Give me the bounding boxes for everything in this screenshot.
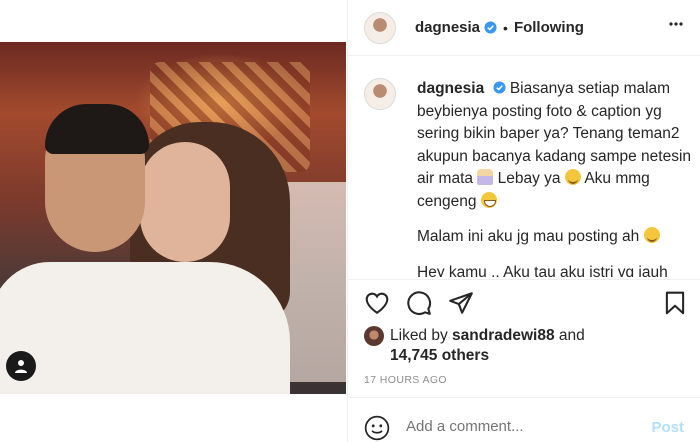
verified-badge-icon [492,81,506,94]
caption-divider [348,279,700,280]
user-tag-button[interactable] [6,351,36,381]
liker-avatar[interactable] [364,326,384,346]
following-button[interactable]: Following [514,19,584,36]
photo-person-woman [140,142,230,262]
emoji-icon[interactable] [364,415,390,441]
photo-person-man-shirt [0,262,290,394]
comment-input[interactable] [406,418,626,435]
bookmark-icon [665,291,685,315]
person-emoji-icon [477,169,494,185]
action-bar [364,290,688,320]
share-button[interactable] [448,290,474,316]
post-caption: dagnesia Biasanya setiap malam beybienya… [364,72,694,277]
save-button[interactable] [662,290,688,316]
caption-body-3: Hey kamu .. Aku tau aku istri yg jauh [417,263,668,278]
like-button[interactable] [364,290,390,316]
author-avatar[interactable] [364,11,396,44]
relieved-face-emoji-icon [643,227,660,243]
liked-by-line: Liked by sandradewi88 and [390,326,585,346]
caption-author-avatar[interactable] [364,78,396,110]
heart-icon [365,292,389,314]
post-media-column [0,0,348,442]
likes-count[interactable]: 14,745 others [390,346,489,366]
grinning-face-emoji-icon [480,191,497,208]
caption-body-2: Malam ini aku jg mau posting ah [417,228,640,245]
post-comment-button[interactable]: Post [651,419,684,436]
liked-by-prefix: Liked by [390,327,448,344]
post-timestamp[interactable]: 17 HOURS AGO [364,374,447,386]
comment-bar: Post [348,410,700,442]
post-photo[interactable] [0,42,346,394]
user-tag-icon [15,360,27,373]
column-divider [347,0,348,442]
header-separator: • [503,19,508,36]
caption-username[interactable]: dagnesia [417,80,484,97]
author-username[interactable]: dagnesia [415,19,480,36]
relieved-face-emoji-icon [564,169,581,185]
caption-text: dagnesia Biasanya setiap malam beybienya… [417,78,694,277]
liked-by-and: and [558,327,585,344]
caption-body-1b: Lebay ya [497,170,561,187]
comment-button[interactable] [406,290,432,316]
post-header: dagnesia • Following [348,0,700,56]
comment-divider [348,397,700,398]
comment-icon [407,291,431,315]
verified-badge-icon [484,21,497,34]
liker-username[interactable]: sandradewi88 [452,327,555,344]
more-options-icon[interactable] [668,16,684,32]
photo-person-man-hair [45,104,149,154]
paper-plane-icon [449,292,473,314]
